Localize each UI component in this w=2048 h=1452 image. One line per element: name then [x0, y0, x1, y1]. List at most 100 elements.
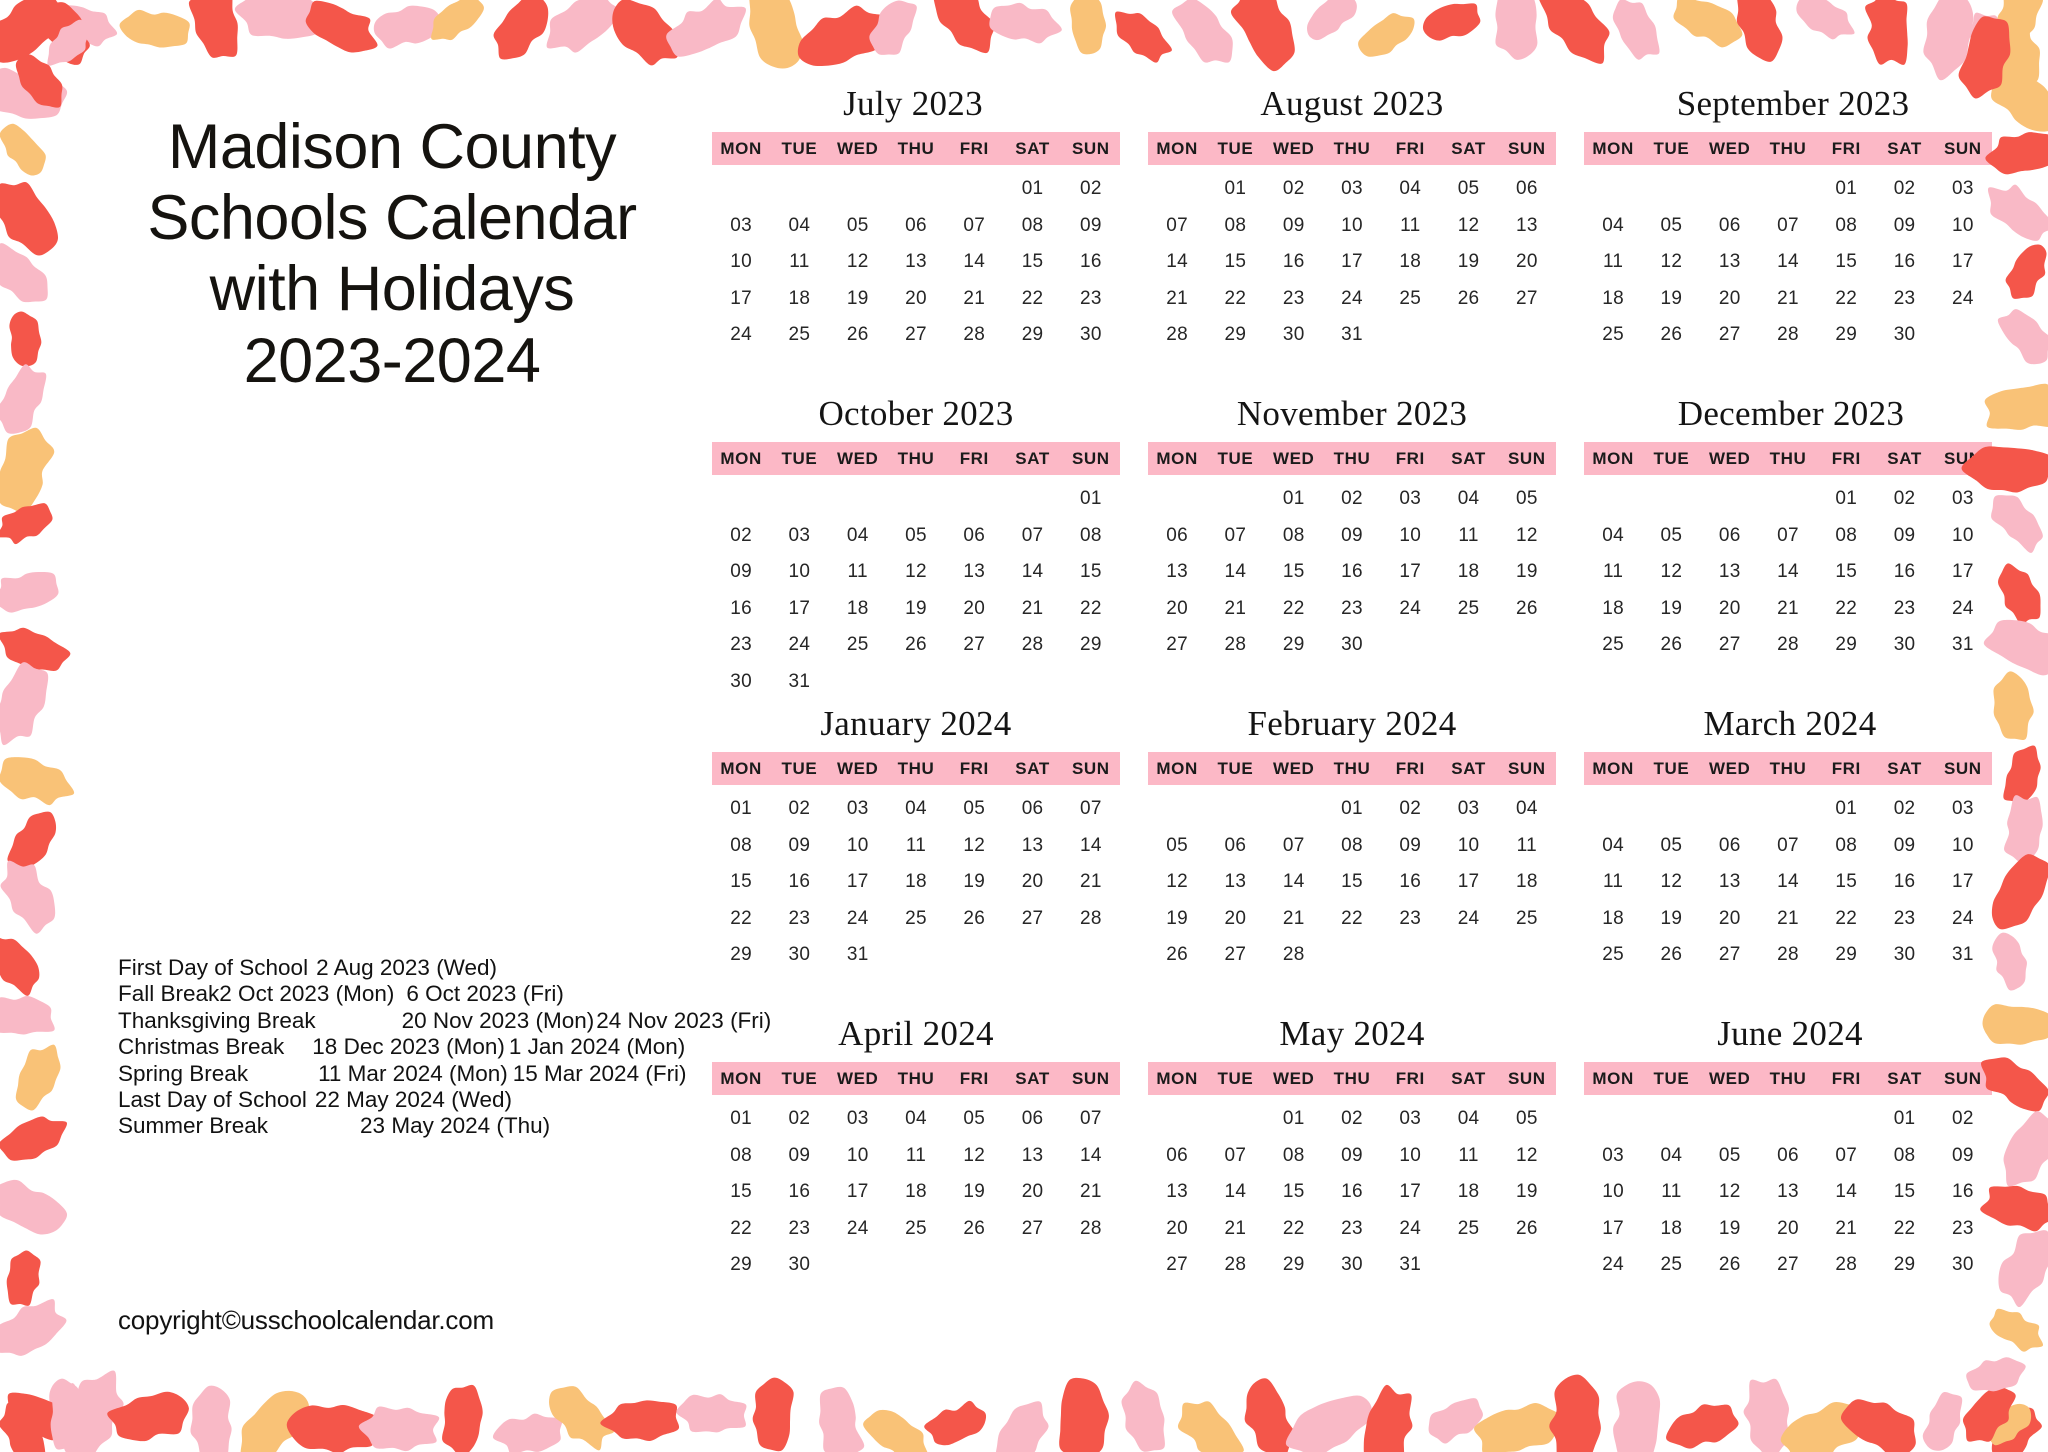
- day-cell[interactable]: 21: [1817, 1211, 1875, 1248]
- day-cell[interactable]: 07: [1759, 828, 1817, 865]
- day-cell[interactable]: 06: [887, 208, 945, 245]
- day-cell[interactable]: 08: [1003, 208, 1061, 245]
- day-cell[interactable]: 13: [1701, 864, 1759, 901]
- day-cell[interactable]: 14: [1062, 828, 1120, 865]
- day-cell[interactable]: 07: [1759, 518, 1817, 555]
- day-cell[interactable]: 16: [1381, 864, 1439, 901]
- day-cell[interactable]: 28: [1206, 627, 1264, 664]
- day-cell[interactable]: 22: [1817, 901, 1875, 938]
- day-cell[interactable]: 21: [945, 281, 1003, 318]
- day-cell[interactable]: 29: [1003, 317, 1061, 354]
- day-cell[interactable]: 04: [829, 518, 887, 555]
- day-cell[interactable]: 25: [1381, 281, 1439, 318]
- day-cell[interactable]: 05: [1439, 171, 1497, 208]
- day-cell[interactable]: 11: [1498, 828, 1556, 865]
- day-cell[interactable]: 20: [1701, 591, 1759, 628]
- day-cell[interactable]: 21: [1003, 591, 1061, 628]
- day-cell[interactable]: 11: [770, 244, 828, 281]
- day-cell[interactable]: 01: [1817, 171, 1875, 208]
- day-cell[interactable]: 01: [1206, 171, 1264, 208]
- day-cell[interactable]: 24: [1439, 901, 1497, 938]
- day-cell[interactable]: 28: [1003, 627, 1061, 664]
- day-cell[interactable]: 03: [1381, 481, 1439, 518]
- day-cell[interactable]: 20: [1148, 591, 1206, 628]
- day-cell[interactable]: 30: [1934, 1247, 1992, 1284]
- day-cell[interactable]: 03: [1381, 1101, 1439, 1138]
- day-cell[interactable]: 15: [1062, 554, 1120, 591]
- day-cell[interactable]: 27: [1003, 1211, 1061, 1248]
- day-cell[interactable]: 19: [887, 591, 945, 628]
- day-cell[interactable]: 13: [1003, 828, 1061, 865]
- day-cell[interactable]: 26: [1498, 591, 1556, 628]
- day-cell[interactable]: 07: [1817, 1138, 1875, 1175]
- day-cell[interactable]: 30: [1875, 317, 1933, 354]
- day-cell[interactable]: 18: [770, 281, 828, 318]
- day-cell[interactable]: 19: [829, 281, 887, 318]
- day-cell[interactable]: 28: [1062, 901, 1120, 938]
- day-cell[interactable]: 17: [1381, 554, 1439, 591]
- day-cell[interactable]: 16: [1323, 554, 1381, 591]
- day-cell[interactable]: 06: [945, 518, 1003, 555]
- day-cell[interactable]: 30: [770, 1247, 828, 1284]
- day-cell[interactable]: 14: [1206, 1174, 1264, 1211]
- day-cell[interactable]: 10: [712, 244, 770, 281]
- day-cell[interactable]: 26: [1439, 281, 1497, 318]
- day-cell[interactable]: 29: [1062, 627, 1120, 664]
- day-cell[interactable]: 12: [1642, 864, 1700, 901]
- day-cell[interactable]: 05: [1498, 1101, 1556, 1138]
- day-cell[interactable]: 15: [712, 1174, 770, 1211]
- day-cell[interactable]: 03: [1934, 481, 1992, 518]
- day-cell[interactable]: 10: [1381, 518, 1439, 555]
- day-cell[interactable]: 07: [1062, 1101, 1120, 1138]
- day-cell[interactable]: 23: [1875, 591, 1933, 628]
- day-cell[interactable]: 25: [887, 1211, 945, 1248]
- day-cell[interactable]: 23: [1875, 281, 1933, 318]
- day-cell[interactable]: 26: [887, 627, 945, 664]
- day-cell[interactable]: 24: [1381, 591, 1439, 628]
- day-cell[interactable]: 13: [887, 244, 945, 281]
- day-cell[interactable]: 23: [1934, 1211, 1992, 1248]
- day-cell[interactable]: 14: [1003, 554, 1061, 591]
- day-cell[interactable]: 30: [1875, 627, 1933, 664]
- day-cell[interactable]: 28: [1759, 317, 1817, 354]
- day-cell[interactable]: 21: [1265, 901, 1323, 938]
- day-cell[interactable]: 20: [1003, 1174, 1061, 1211]
- day-cell[interactable]: 10: [829, 1138, 887, 1175]
- day-cell[interactable]: 12: [1498, 1138, 1556, 1175]
- day-cell[interactable]: 18: [1439, 554, 1497, 591]
- day-cell[interactable]: 17: [712, 281, 770, 318]
- day-cell[interactable]: 10: [1934, 828, 1992, 865]
- day-cell[interactable]: 27: [887, 317, 945, 354]
- day-cell[interactable]: 21: [1759, 591, 1817, 628]
- day-cell[interactable]: 09: [1875, 208, 1933, 245]
- day-cell[interactable]: 14: [1759, 554, 1817, 591]
- day-cell[interactable]: 09: [1875, 828, 1933, 865]
- day-cell[interactable]: 20: [1701, 901, 1759, 938]
- day-cell[interactable]: 16: [1934, 1174, 1992, 1211]
- day-cell[interactable]: 10: [770, 554, 828, 591]
- day-cell[interactable]: 22: [712, 1211, 770, 1248]
- day-cell[interactable]: 02: [770, 1101, 828, 1138]
- day-cell[interactable]: 19: [1642, 901, 1700, 938]
- day-cell[interactable]: 24: [1584, 1247, 1642, 1284]
- day-cell[interactable]: 06: [1701, 828, 1759, 865]
- day-cell[interactable]: 25: [887, 901, 945, 938]
- day-cell[interactable]: 21: [1759, 281, 1817, 318]
- day-cell[interactable]: 17: [1934, 864, 1992, 901]
- day-cell[interactable]: 11: [887, 828, 945, 865]
- day-cell[interactable]: 27: [1701, 937, 1759, 974]
- day-cell[interactable]: 20: [1498, 244, 1556, 281]
- day-cell[interactable]: 11: [829, 554, 887, 591]
- day-cell[interactable]: 30: [1323, 1247, 1381, 1284]
- day-cell[interactable]: 24: [1934, 281, 1992, 318]
- day-cell[interactable]: 25: [829, 627, 887, 664]
- day-cell[interactable]: 19: [1439, 244, 1497, 281]
- day-cell[interactable]: 17: [829, 864, 887, 901]
- day-cell[interactable]: 16: [712, 591, 770, 628]
- day-cell[interactable]: 07: [1265, 828, 1323, 865]
- day-cell[interactable]: 15: [712, 864, 770, 901]
- day-cell[interactable]: 22: [1206, 281, 1264, 318]
- day-cell[interactable]: 12: [829, 244, 887, 281]
- day-cell[interactable]: 21: [1206, 1211, 1264, 1248]
- day-cell[interactable]: 29: [1206, 317, 1264, 354]
